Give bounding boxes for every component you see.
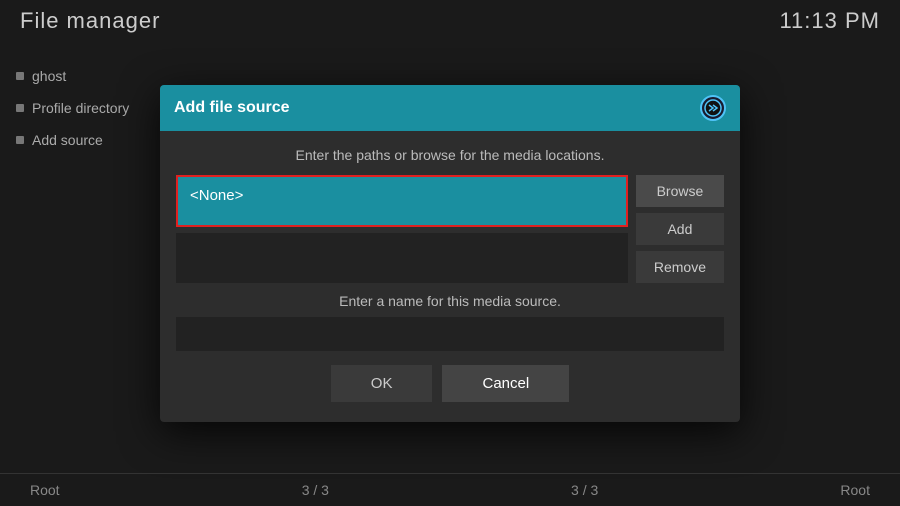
name-instruction: Enter a name for this media source. [176, 293, 724, 309]
modal-overlay: Add file source Enter the paths or brows… [0, 0, 900, 506]
remove-button[interactable]: Remove [636, 251, 724, 283]
dialog-footer: OK Cancel [176, 365, 724, 406]
bottom-bar: Root 3 / 3 3 / 3 Root [0, 473, 900, 506]
browse-button[interactable]: Browse [636, 175, 724, 207]
path-list [176, 233, 628, 283]
bottom-right: Root [840, 482, 870, 498]
ok-button[interactable]: OK [331, 365, 433, 402]
add-button[interactable]: Add [636, 213, 724, 245]
path-input[interactable]: <None> [176, 175, 628, 227]
path-section: <None> Browse Add Remove [176, 175, 724, 283]
dialog-instruction: Enter the paths or browse for the media … [176, 147, 724, 163]
kodi-logo-icon [700, 95, 726, 121]
bottom-left: Root [30, 482, 60, 498]
dialog-body: Enter the paths or browse for the media … [160, 131, 740, 422]
dialog-header: Add file source [160, 85, 740, 131]
side-buttons: Browse Add Remove [636, 175, 724, 283]
cancel-button[interactable]: Cancel [442, 365, 569, 402]
add-file-source-dialog: Add file source Enter the paths or brows… [160, 85, 740, 422]
dialog-title: Add file source [174, 99, 290, 117]
name-input[interactable] [176, 317, 724, 351]
bottom-center-right: 3 / 3 [571, 482, 598, 498]
path-value: <None> [190, 187, 243, 204]
bottom-center-left: 3 / 3 [302, 482, 329, 498]
